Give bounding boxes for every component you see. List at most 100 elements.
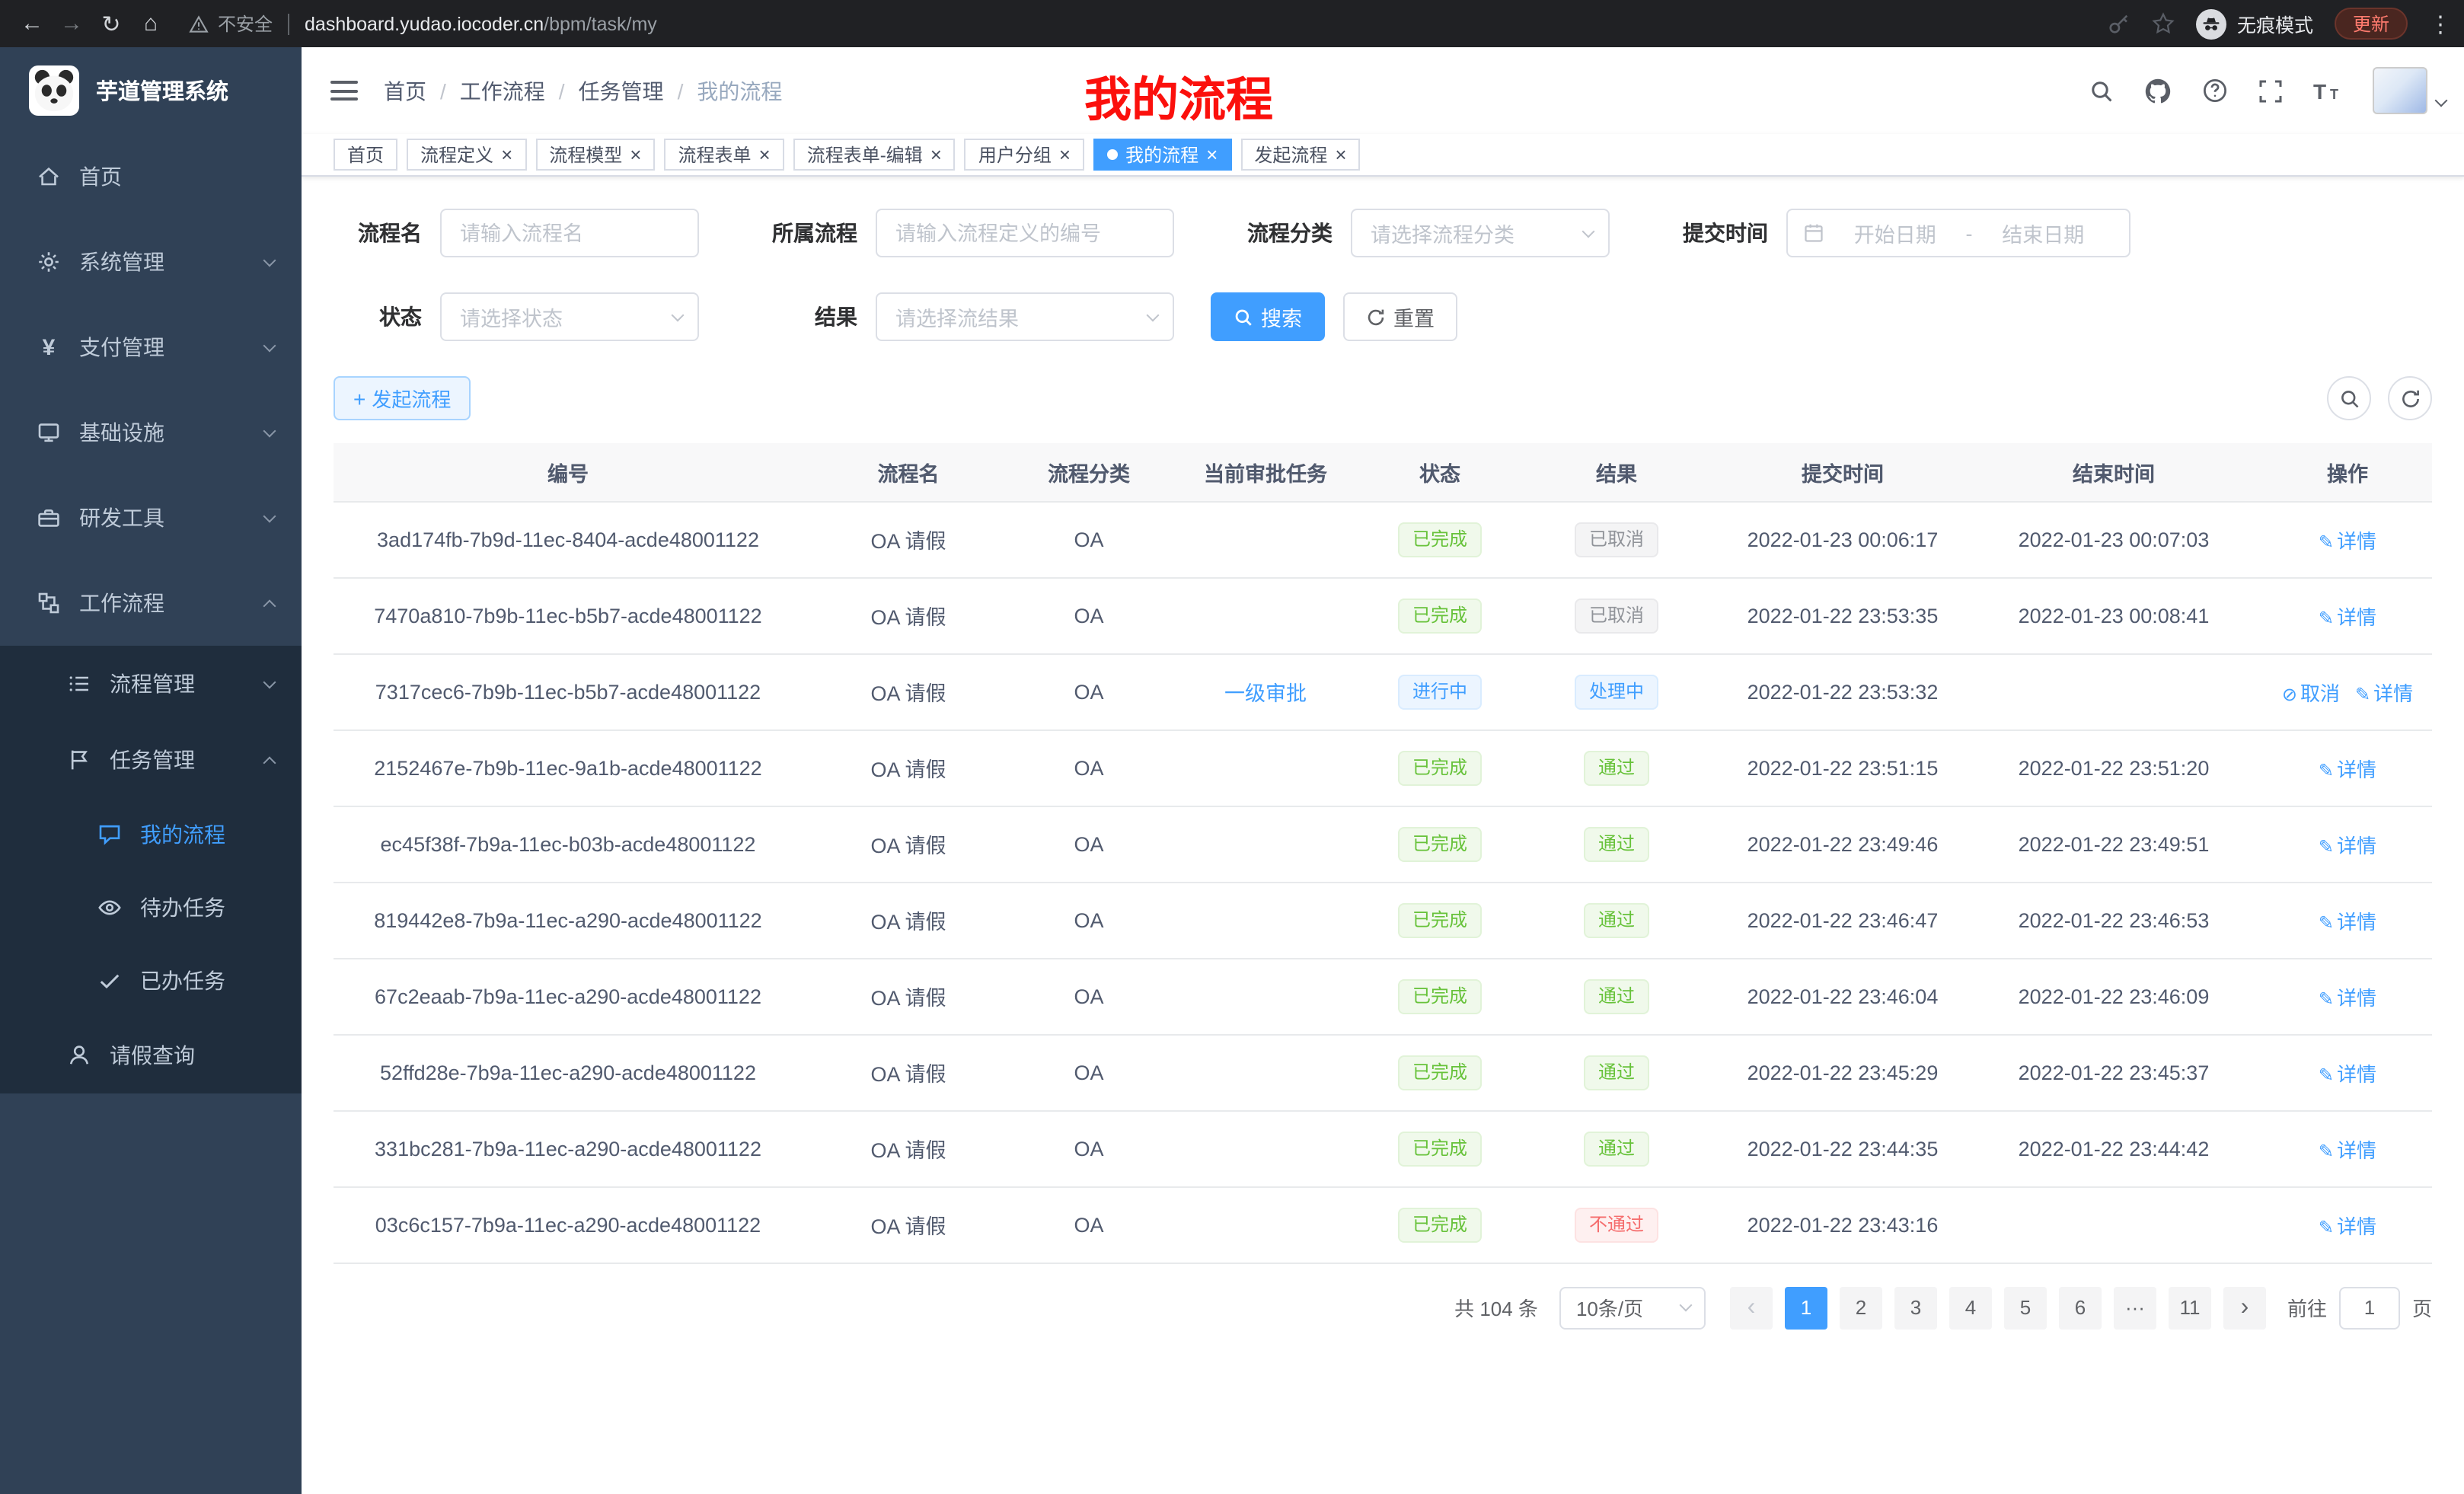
detail-action-link[interactable]: ✎详情: [2319, 834, 2376, 857]
app-title: 芋道管理系统: [96, 75, 228, 107]
detail-action-link[interactable]: ✎详情: [2319, 986, 2376, 1009]
sidebar-item-my-process[interactable]: 我的流程: [0, 798, 302, 871]
pager-page-5[interactable]: 5: [2004, 1286, 2047, 1329]
toggle-search-button[interactable]: [2327, 376, 2371, 420]
hamburger-icon[interactable]: [330, 81, 358, 101]
main-area: 首页 / 工作流程 / 任务管理 / 我的流程 TT: [302, 47, 2464, 1494]
pager-page-6[interactable]: 6: [2059, 1286, 2102, 1329]
sidebar-item-workflow[interactable]: 工作流程: [0, 560, 302, 646]
sidebar-item-payment-management[interactable]: ¥ 支付管理: [0, 305, 302, 390]
close-icon[interactable]: ×: [1059, 145, 1071, 164]
sidebar-item-dev-tools[interactable]: 研发工具: [0, 475, 302, 560]
process-table-body: 3ad174fb-7b9d-11ec-8404-acde48001122 OA …: [334, 501, 2432, 1263]
pager-page-2[interactable]: 2: [1840, 1286, 1882, 1329]
pager-next[interactable]: ›: [2223, 1286, 2266, 1329]
detail-action-link[interactable]: ✎详情: [2319, 529, 2376, 552]
tab-process-model[interactable]: 流程模型×: [535, 139, 655, 171]
pager-more[interactable]: ···: [2114, 1286, 2156, 1329]
tab-process-form[interactable]: 流程表单×: [664, 139, 784, 171]
tab-process-definition[interactable]: 流程定义×: [407, 139, 526, 171]
sidebar-item-leave-query[interactable]: 请假查询: [0, 1017, 302, 1093]
cell-process-name: OA 请假: [803, 729, 1014, 806]
sidebar-item-task-management[interactable]: 任务管理: [0, 722, 302, 798]
column-header-name: 流程名: [803, 443, 1014, 501]
pager-prev[interactable]: ‹: [1730, 1286, 1773, 1329]
sidebar-item-todo-tasks[interactable]: 待办任务: [0, 871, 302, 944]
back-icon[interactable]: ←: [12, 4, 52, 43]
date-separator: -: [1966, 222, 1973, 244]
avatar[interactable]: [2373, 67, 2427, 114]
update-button[interactable]: 更新: [2335, 8, 2408, 40]
detail-action-link[interactable]: ✎详情: [2319, 1138, 2376, 1161]
breadcrumb-item-task-management[interactable]: 任务管理: [579, 75, 664, 106]
close-icon[interactable]: ×: [501, 145, 512, 164]
date-end-placeholder[interactable]: 结束日期: [1973, 218, 2115, 248]
address-bar[interactable]: 不安全 dashboard.yudao.iocoder.cn/bpm/task/…: [189, 11, 2108, 37]
detail-action-link[interactable]: ✎详情: [2319, 605, 2376, 628]
close-icon[interactable]: ×: [1206, 145, 1218, 164]
sidebar-item-infrastructure[interactable]: 基础设施: [0, 390, 302, 475]
close-icon[interactable]: ×: [1335, 145, 1346, 164]
process-definition-input[interactable]: [876, 209, 1174, 257]
reload-icon[interactable]: ↻: [91, 4, 131, 43]
github-icon[interactable]: [2144, 77, 2172, 104]
pager-page-11[interactable]: 11: [2169, 1286, 2211, 1329]
font-size-icon[interactable]: TT: [2313, 78, 2342, 103]
search-button[interactable]: 搜索: [1211, 292, 1325, 341]
sidebar-item-system-management[interactable]: 系统管理: [0, 219, 302, 305]
date-start-placeholder[interactable]: 开始日期: [1824, 218, 1966, 248]
refresh-table-button[interactable]: [2388, 376, 2432, 420]
eye-icon: [96, 894, 123, 921]
help-icon[interactable]: [2202, 78, 2228, 104]
tab-my-process[interactable]: 我的流程×: [1093, 139, 1231, 171]
reset-button[interactable]: 重置: [1343, 292, 1457, 341]
detail-action-link[interactable]: ✎详情: [2355, 682, 2413, 704]
close-icon[interactable]: ×: [930, 145, 942, 164]
cell-operations: ✎详情: [2263, 958, 2432, 1034]
result-select[interactable]: 请选择流结果: [876, 292, 1174, 341]
edit-icon: ✎: [2319, 1064, 2334, 1085]
date-range-picker[interactable]: 开始日期 - 结束日期: [1786, 209, 2130, 257]
pager-page-4[interactable]: 4: [1949, 1286, 1992, 1329]
cell-category: OA: [1014, 577, 1163, 653]
category-select[interactable]: 请选择流程分类: [1351, 209, 1610, 257]
cancel-action-link[interactable]: ⊘取消: [2282, 682, 2340, 704]
search-icon[interactable]: [2089, 78, 2114, 103]
detail-action-link[interactable]: ✎详情: [2319, 1215, 2376, 1237]
current-task-link[interactable]: 一级审批: [1224, 682, 1307, 705]
sidebar-item-done-tasks[interactable]: 已办任务: [0, 944, 302, 1017]
chevron-down-icon: [1147, 308, 1160, 321]
browser-menu-icon[interactable]: ⋮: [2429, 10, 2452, 37]
browser-home-icon[interactable]: ⌂: [131, 4, 171, 43]
cell-process-name: OA 请假: [803, 806, 1014, 882]
tab-user-group[interactable]: 用户分组×: [965, 139, 1084, 171]
workflow-icon: [35, 589, 62, 617]
fullscreen-icon[interactable]: [2258, 78, 2283, 103]
detail-action-link[interactable]: ✎详情: [2319, 1062, 2376, 1085]
breadcrumb-item-home[interactable]: 首页: [384, 75, 426, 106]
page-size-select[interactable]: 10条/页: [1559, 1286, 1706, 1329]
user-avatar-menu[interactable]: [2373, 67, 2446, 114]
pager-page-3[interactable]: 3: [1894, 1286, 1937, 1329]
goto-page-input[interactable]: [2339, 1286, 2400, 1329]
close-icon[interactable]: ×: [759, 145, 771, 164]
forward-icon[interactable]: →: [52, 4, 91, 43]
key-icon[interactable]: [2108, 12, 2130, 35]
tab-home[interactable]: 首页: [334, 139, 397, 171]
close-icon[interactable]: ×: [630, 145, 641, 164]
initiate-process-button[interactable]: + 发起流程: [334, 376, 471, 420]
sidebar-item-process-management[interactable]: 流程管理: [0, 646, 302, 722]
app-logo[interactable]: 芋道管理系统: [0, 47, 302, 134]
pager-page-1[interactable]: 1: [1785, 1286, 1827, 1329]
status-select[interactable]: 请选择状态: [440, 292, 699, 341]
breadcrumb-item-workflow[interactable]: 工作流程: [460, 75, 545, 106]
bookmark-star-icon[interactable]: [2152, 12, 2175, 35]
tab-initiate-process[interactable]: 发起流程×: [1240, 139, 1360, 171]
process-name-input[interactable]: [440, 209, 699, 257]
cell-status: 已完成: [1368, 1034, 1512, 1110]
sidebar-item-home[interactable]: 首页: [0, 134, 302, 219]
detail-action-link[interactable]: ✎详情: [2319, 910, 2376, 933]
cell-current-task: 一级审批: [1163, 653, 1368, 729]
detail-action-link[interactable]: ✎详情: [2319, 758, 2376, 781]
tab-process-form-edit[interactable]: 流程表单-编辑×: [793, 139, 956, 171]
